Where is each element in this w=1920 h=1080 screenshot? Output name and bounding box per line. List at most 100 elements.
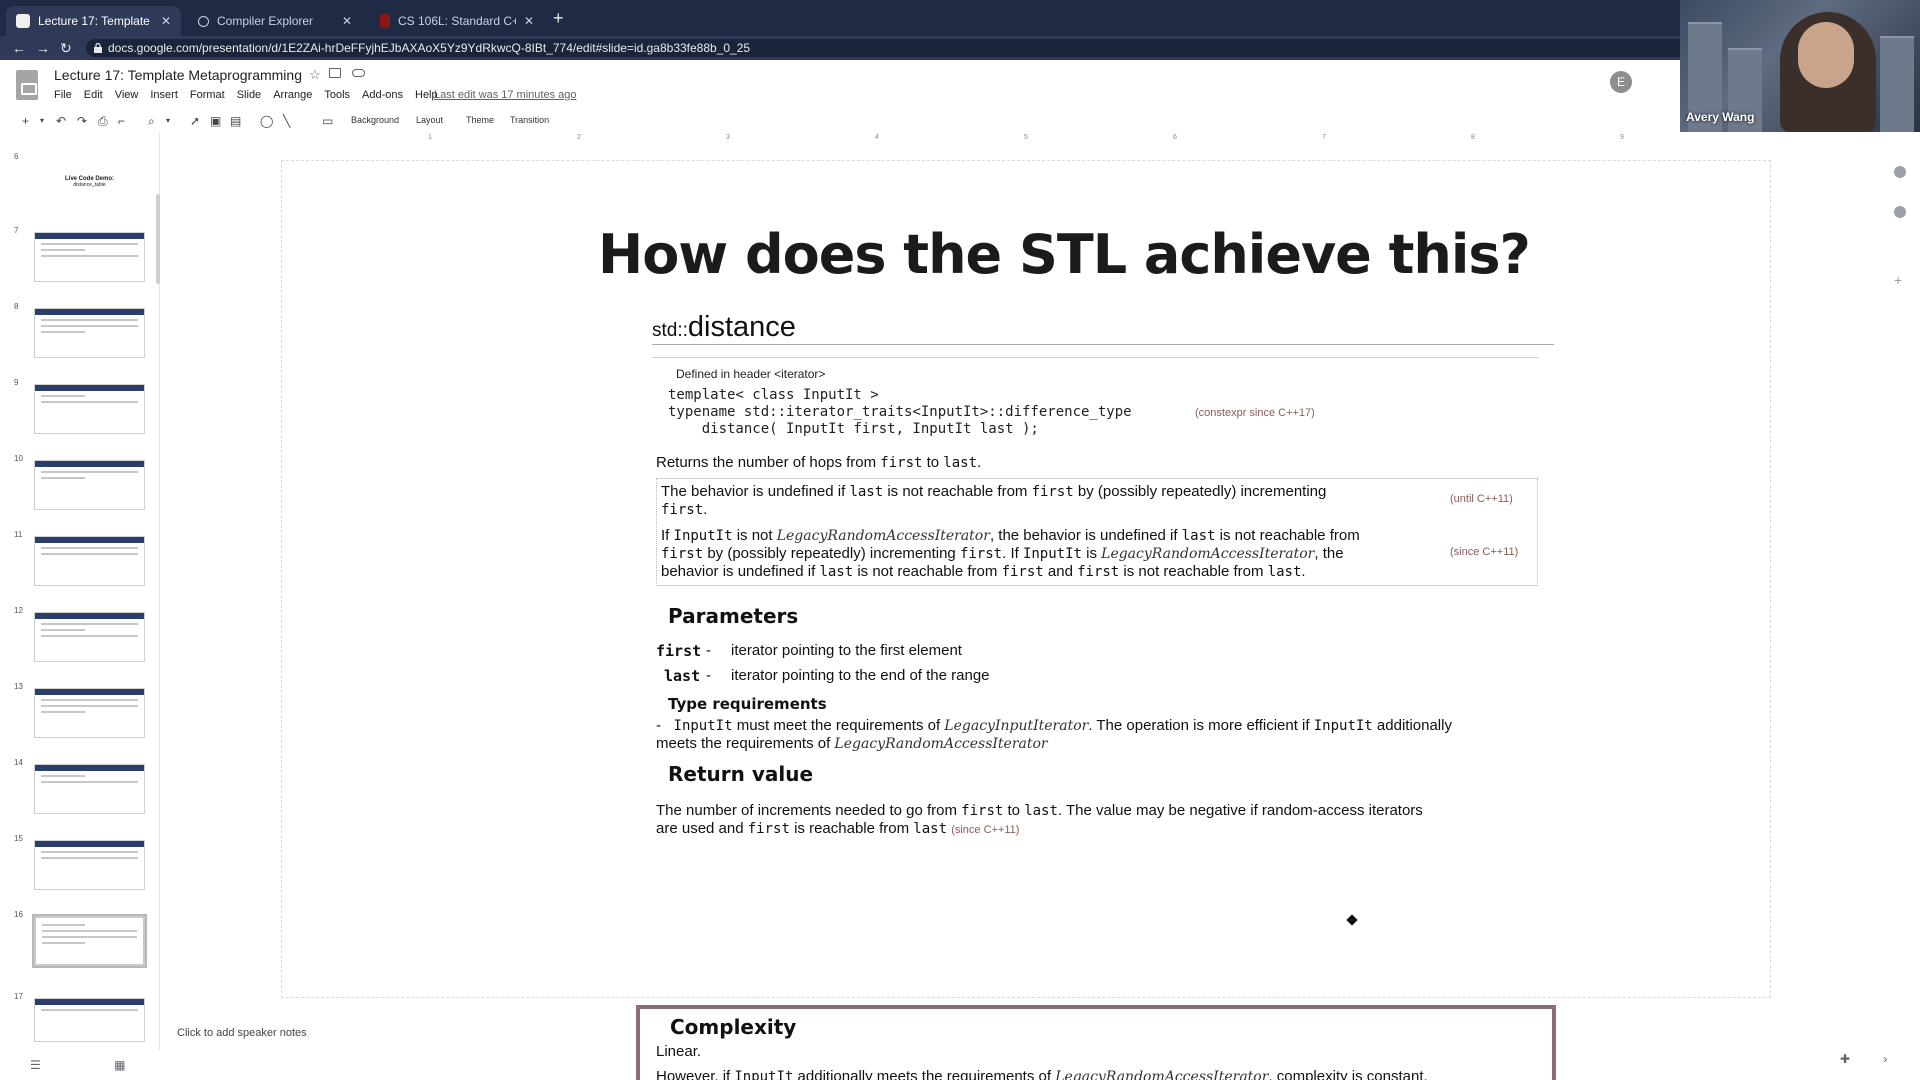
- cloud-icon: [352, 69, 365, 77]
- url-input[interactable]: docs.google.com/presentation/d/1E2ZAi-hr…: [86, 39, 1686, 57]
- menu-arrange[interactable]: Arrange: [273, 89, 312, 101]
- close-icon[interactable]: ✕: [161, 14, 171, 28]
- background-building: [1880, 36, 1914, 132]
- horizontal-ruler: 1 2 3 4 5 6 7 8 9: [280, 134, 1780, 146]
- add-addon-icon[interactable]: +: [1894, 272, 1902, 288]
- filmstrip-view-toggle: ☰ ▦: [30, 1058, 125, 1072]
- keep-icon[interactable]: [1894, 166, 1906, 178]
- menu-insert[interactable]: Insert: [150, 89, 178, 101]
- text-run: The number of increments needed to go fr…: [656, 802, 962, 819]
- close-icon[interactable]: ✕: [524, 14, 534, 28]
- ruler-mark: 7: [1322, 134, 1326, 141]
- toolbar: + ▾ ↶ ↷ ⎙ ⌐ ⌕ ▾ ➚ ▣ ▤ ◯ ╲ ▭ Background L…: [0, 110, 1920, 132]
- star-icon[interactable]: ☆: [309, 67, 321, 83]
- print-icon[interactable]: ⎙: [98, 113, 108, 129]
- menu-edit[interactable]: Edit: [84, 89, 103, 101]
- comment-icon[interactable]: ▭: [322, 113, 333, 129]
- concept-link[interactable]: LegacyRandomAccessIterator: [777, 528, 990, 544]
- slide-title[interactable]: How does the STL achieve this?: [598, 223, 1531, 286]
- text-run: .: [1301, 563, 1306, 580]
- slide-thumbnail-7[interactable]: [34, 232, 145, 282]
- shape-icon[interactable]: ◯: [260, 113, 273, 129]
- concept-link[interactable]: LegacyRandomAccessIterator: [1055, 1069, 1268, 1080]
- zoom-icon[interactable]: ⌕: [148, 113, 155, 129]
- text-run: , complexity is constant.: [1268, 1068, 1428, 1080]
- layout-button[interactable]: Layout: [416, 115, 443, 125]
- list-view-icon[interactable]: ☰: [30, 1058, 41, 1072]
- declaration-line: distance( InputIt first, InputIt last );: [668, 421, 1039, 437]
- code-last: last: [849, 484, 884, 500]
- text-run: . The operation is more efficient if: [1088, 717, 1314, 734]
- address-bar-row: ← → ↻ docs.google.com/presentation/d/1E2…: [0, 36, 1920, 60]
- select-cursor-icon[interactable]: ➚: [190, 113, 200, 129]
- concept-link[interactable]: LegacyRandomAccessIterator: [834, 736, 1047, 752]
- paint-format-icon[interactable]: ⌐: [118, 113, 125, 129]
- ruler-mark: 8: [1471, 134, 1475, 141]
- param-last-description: iterator pointing to the end of the rang…: [731, 667, 990, 684]
- complexity-highlight-box[interactable]: Complexity Linear. However, if InputIt a…: [636, 1005, 1556, 1080]
- slide-thumbnail-11[interactable]: [34, 536, 145, 586]
- close-icon[interactable]: ✕: [342, 14, 352, 28]
- chevron-down-icon[interactable]: ▾: [166, 113, 170, 129]
- background-button[interactable]: Background: [351, 115, 399, 125]
- menu-slide[interactable]: Slide: [237, 89, 261, 101]
- concept-link[interactable]: LegacyInputIterator: [944, 718, 1088, 734]
- tab-cs106l[interactable]: CS 106L: Standard C++ Progr ✕: [370, 6, 544, 36]
- menu-tools[interactable]: Tools: [324, 89, 350, 101]
- text-run: behavior is undefined if: [661, 563, 820, 580]
- slide-number: 9: [14, 378, 19, 387]
- slide-thumbnail-8[interactable]: [34, 308, 145, 358]
- new-slide-icon[interactable]: +: [22, 113, 29, 129]
- slide-thumbnail-13[interactable]: [34, 688, 145, 738]
- return-value-text: The number of increments needed to go fr…: [656, 802, 1536, 839]
- concept-link[interactable]: LegacyRandomAccessIterator: [1101, 546, 1314, 562]
- ruler-mark: 3: [726, 134, 730, 141]
- avatar[interactable]: E: [1610, 71, 1632, 93]
- reference-heading: std::distance: [652, 311, 1554, 345]
- text-box-icon[interactable]: ▣: [210, 113, 221, 129]
- slide-canvas[interactable]: How does the STL achieve this? std::dist…: [281, 160, 1771, 1080]
- complexity-constant-note: However, if InputIt additionally meets t…: [656, 1068, 1536, 1080]
- menu-format[interactable]: Format: [190, 89, 225, 101]
- slide-thumbnail-17[interactable]: [34, 998, 145, 1042]
- tasks-icon[interactable]: [1894, 206, 1906, 218]
- slide-thumbnail-9[interactable]: [34, 384, 145, 434]
- code-inputit: InputIt: [1022, 546, 1082, 562]
- last-edit-link[interactable]: Last edit was 17 minutes ago: [434, 89, 576, 101]
- grid-view-icon[interactable]: ▦: [114, 1058, 125, 1072]
- explore-icon[interactable]: ✚: [1840, 1052, 1850, 1066]
- forward-arrow-icon[interactable]: →: [36, 39, 50, 57]
- slide-number: 17: [14, 992, 23, 1001]
- slide-thumbnail-14[interactable]: [34, 764, 145, 814]
- slides-header: Lecture 17: Template Metaprogramming ☆ F…: [0, 60, 1920, 110]
- chevron-down-icon[interactable]: ▾: [40, 113, 44, 129]
- slide-thumbnail-12[interactable]: [34, 612, 145, 662]
- folder-icon[interactable]: [329, 68, 341, 78]
- ruler-mark: 6: [1173, 134, 1177, 141]
- back-arrow-icon[interactable]: ←: [12, 39, 26, 57]
- chevron-right-icon[interactable]: ›: [1883, 1052, 1887, 1066]
- speaker-notes-field[interactable]: Click to add speaker notes: [177, 1027, 307, 1039]
- document-title[interactable]: Lecture 17: Template Metaprogramming: [54, 67, 302, 83]
- slides-logo-icon[interactable]: [16, 70, 38, 100]
- theme-button[interactable]: Theme: [466, 115, 494, 125]
- tab-lecture-17[interactable]: Lecture 17: Template Metaprog ✕: [6, 6, 181, 36]
- reload-icon[interactable]: ↻: [60, 39, 72, 57]
- lock-icon: [94, 43, 102, 53]
- new-tab-button[interactable]: +: [553, 9, 564, 27]
- code-first: first: [747, 821, 790, 837]
- undo-icon[interactable]: ↶: [56, 113, 66, 129]
- image-icon[interactable]: ▤: [230, 113, 241, 129]
- slide-thumbnail-6[interactable]: Live Code Demo: distance_table: [34, 142, 145, 192]
- cppreference-screenshot[interactable]: std::distance Defined in header <iterato…: [636, 301, 1556, 1080]
- slide-thumbnail-16-selected[interactable]: [32, 914, 147, 968]
- line-icon[interactable]: ╲: [283, 113, 290, 129]
- tab-compiler-explorer[interactable]: Compiler Explorer ✕: [188, 6, 362, 36]
- transition-button[interactable]: Transition: [510, 115, 549, 125]
- slide-thumbnail-15[interactable]: [34, 840, 145, 890]
- menu-view[interactable]: View: [115, 89, 139, 101]
- slide-thumbnail-10[interactable]: [34, 460, 145, 510]
- redo-icon[interactable]: ↷: [77, 113, 87, 129]
- menu-add-ons[interactable]: Add-ons: [362, 89, 403, 101]
- menu-file[interactable]: File: [54, 89, 72, 101]
